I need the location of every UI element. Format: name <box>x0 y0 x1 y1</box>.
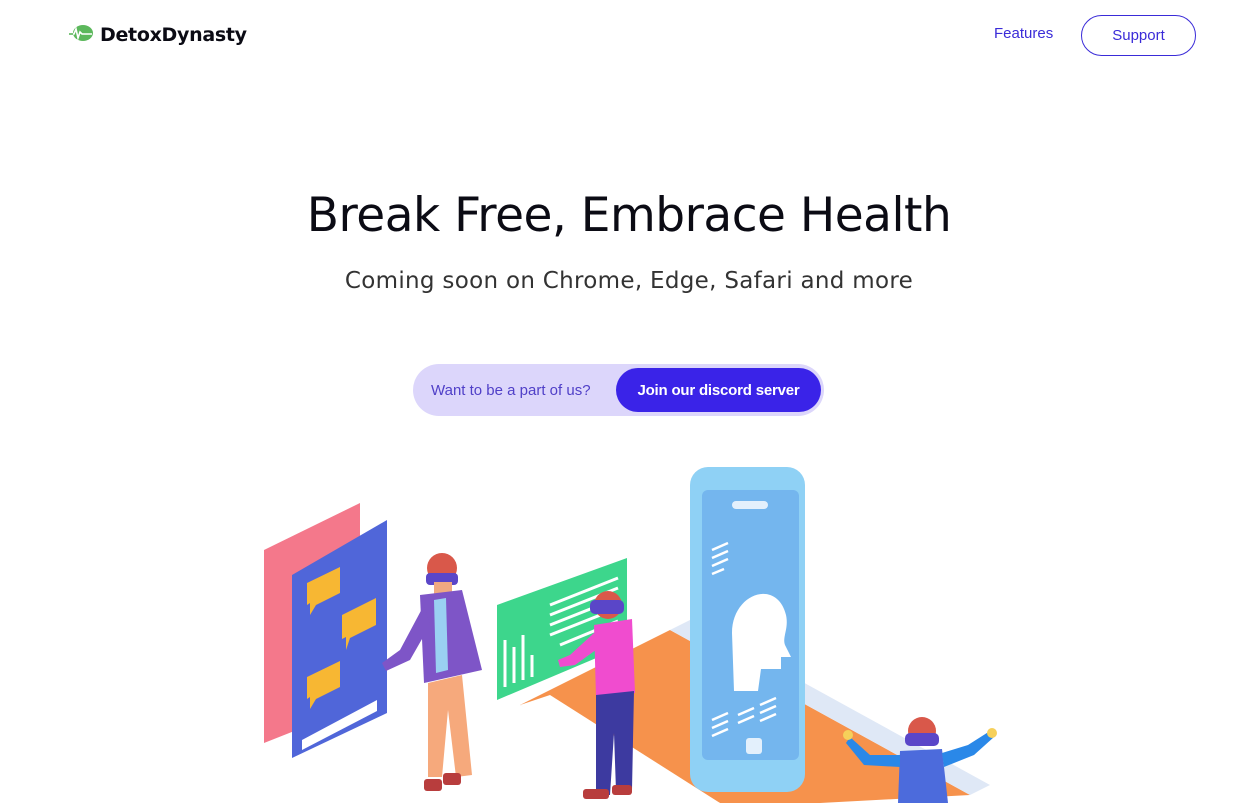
person-purple <box>382 553 482 791</box>
brand[interactable]: DetoxDynasty <box>68 22 247 48</box>
discord-cta: Want to be a part of us? Join our discor… <box>413 364 824 416</box>
support-button[interactable]: Support <box>1081 15 1196 56</box>
cta-prompt: Want to be a part of us? <box>431 381 591 399</box>
nav-link-features[interactable]: Features <box>994 25 1053 42</box>
phone-illustration <box>690 467 805 792</box>
navbar: DetoxDynasty Features Support <box>0 0 1258 72</box>
join-discord-button[interactable]: Join our discord server <box>616 368 821 412</box>
brand-name: DetoxDynasty <box>100 24 247 46</box>
hero-illustration <box>250 455 1010 803</box>
leaf-logo-icon <box>68 22 94 48</box>
hero-title: Break Free, Embrace Health <box>306 188 952 243</box>
hero-subtitle: Coming soon on Chrome, Edge, Safari and … <box>344 268 914 294</box>
